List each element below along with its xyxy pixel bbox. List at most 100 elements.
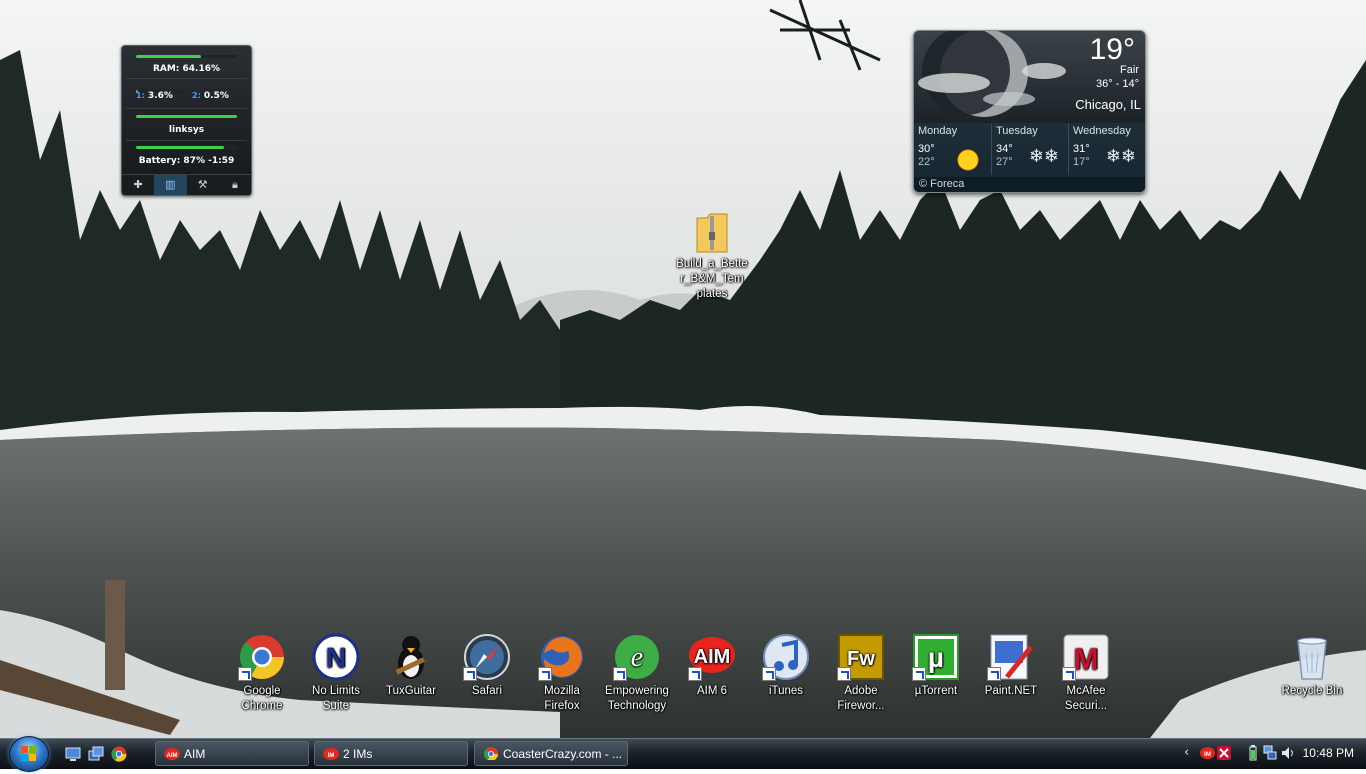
taskbar-button-label: 2 IMs — [343, 747, 373, 761]
desktop-icon-label: µTorrent — [914, 685, 958, 697]
wrench-icon[interactable]: ⚒ — [187, 175, 219, 195]
desktop-icon-label: TuxGuitar — [385, 685, 437, 697]
tux-icon — [387, 633, 435, 681]
desktop-icon-safari[interactable]: Safari — [450, 633, 524, 699]
chrome-icon[interactable] — [111, 746, 127, 762]
forecast-day: Monday 30° 22° — [914, 123, 991, 175]
desktop-icon-adobe-fireworks[interactable]: Fw Adobe Firewor... — [824, 633, 898, 714]
forecast-day-name: Tuesday — [996, 125, 1038, 137]
svg-text:e: e — [631, 642, 643, 673]
aim-icon: AIM — [688, 633, 736, 681]
forecast-day: Tuesday 34° 27° ❄❄ — [991, 123, 1069, 175]
svg-text:Fw: Fw — [847, 648, 875, 670]
desktop-icon-label: Google Chrome — [241, 685, 283, 712]
svg-text:N: N — [326, 642, 346, 673]
paintnet-icon — [987, 633, 1035, 681]
network-icon[interactable] — [1263, 745, 1277, 761]
meter-icon[interactable]: ▥ — [154, 175, 187, 195]
mcafee-tray-icon[interactable] — [1217, 746, 1231, 760]
shortcut-arrow-icon — [538, 667, 552, 681]
shortcut-arrow-icon — [837, 667, 851, 681]
shortcut-arrow-icon — [688, 667, 702, 681]
itunes-icon — [762, 633, 810, 681]
battery-bar — [136, 146, 224, 149]
fireworks-icon: Fw — [837, 633, 885, 681]
shortcut-arrow-icon — [463, 667, 477, 681]
nolimits-icon: N — [312, 633, 360, 681]
cpu-meter: 1: 3.6% 2: 0.5% — [126, 82, 247, 109]
weather-gadget[interactable]: 19° Fair 36° - 14° Chicago, IL Monday 30… — [913, 30, 1146, 193]
show-desktop-icon[interactable] — [65, 746, 81, 762]
cpu1-marker: 1: — [136, 91, 145, 100]
lock-icon[interactable]: 🔒︎ — [219, 175, 251, 195]
current-temperature: 19° — [1089, 33, 1135, 66]
desktop-icon-label: Safari — [471, 685, 503, 697]
taskbar: AIM AIM IM 2 IMs CoasterCrazy.com - ... … — [0, 736, 1366, 772]
shortcut-arrow-icon — [987, 667, 1001, 681]
shortcut-arrow-icon — [762, 667, 776, 681]
weather-credit[interactable]: © Foreca — [914, 177, 1145, 192]
taskbar-button-coastercrazy[interactable]: CoasterCrazy.com - ... — [474, 741, 628, 766]
taskbar-button-aim[interactable]: AIM AIM — [155, 741, 309, 766]
desktop-icon-label: McAfee Securi... — [1064, 685, 1108, 712]
chrome-icon — [238, 633, 286, 681]
forecast-day-name: Monday — [918, 125, 958, 137]
svg-text:IM: IM — [328, 753, 335, 759]
temperature-range: 36° - 14° — [1095, 78, 1139, 90]
volume-icon[interactable] — [1281, 746, 1295, 760]
mcafee-icon: M — [1062, 633, 1110, 681]
plus-icon[interactable]: ✚ — [122, 175, 154, 195]
svg-text:IM: IM — [1204, 752, 1211, 758]
utorrent-icon: µ — [912, 633, 960, 681]
aim-tray-icon[interactable]: IM — [1200, 746, 1215, 760]
shortcut-arrow-icon — [912, 667, 926, 681]
network-meter: linksys — [126, 112, 247, 141]
snow-icon: ❄❄ — [1105, 146, 1136, 166]
desktop-folder[interactable]: Build_a_Bette r_B&M_Tem plates — [671, 210, 753, 302]
desktop-icon-aim-6[interactable]: AIM AIM 6 — [675, 633, 749, 699]
desktop-icon-google-chrome[interactable]: Google Chrome — [225, 633, 299, 714]
shortcut-arrow-icon — [238, 667, 252, 681]
desktop-folder-label: Build_a_Bette r_B&M_Tem plates — [676, 258, 748, 300]
desktop-icon-label: Mozilla Firefox — [544, 685, 580, 712]
desktop-icon-mcafee-security[interactable]: M McAfee Securi... — [1049, 633, 1123, 714]
firefox-icon — [538, 633, 586, 681]
ram-meter: RAM: 64.16% — [126, 52, 247, 79]
network-bar — [136, 115, 237, 118]
cpu2-value: 0.5% — [203, 91, 229, 101]
cpu2-marker: 2: — [192, 91, 201, 100]
aim-icon: AIM — [164, 748, 180, 760]
current-condition: Fair — [1120, 64, 1139, 76]
battery-icon[interactable] — [1248, 745, 1258, 761]
taskbar-button-ims[interactable]: IM 2 IMs — [314, 741, 468, 766]
desktop-icon-label: Paint.NET — [984, 685, 1038, 697]
system-meter-gadget: RAM: 64.16% 1: 3.6% 2: 0.5% linksys Batt… — [121, 45, 252, 196]
city-name: Chicago, IL — [1075, 97, 1141, 112]
desktop-icon-utorrent[interactable]: µ µTorrent — [899, 633, 973, 699]
desktop-icon-paint-net[interactable]: Paint.NET — [974, 633, 1048, 699]
desktop-icon-recycle-bin[interactable]: Recycle Bin — [1275, 633, 1349, 699]
shortcut-arrow-icon — [1062, 667, 1076, 681]
forecast-day-name: Wednesday — [1073, 125, 1131, 137]
desktop-icon-label: Empowering Technology — [605, 685, 669, 712]
chrome-icon — [483, 747, 498, 760]
desktop-icon-empowering-technology[interactable]: e Empowering Technology — [600, 633, 674, 714]
recycle-bin-icon — [1288, 633, 1336, 681]
svg-text:M: M — [1074, 643, 1099, 676]
safari-icon — [463, 633, 511, 681]
desktop-icon-mozilla-firefox[interactable]: Mozilla Firefox — [525, 633, 599, 714]
ram-label: RAM: 64.16% — [152, 64, 221, 74]
taskbar-button-label: CoasterCrazy.com - ... — [503, 747, 623, 761]
windows-start-icon[interactable] — [9, 736, 49, 772]
forecast-day: Wednesday 31° 17° ❄❄ — [1068, 123, 1145, 175]
chevron-left-icon[interactable]: ‹ — [1184, 745, 1189, 760]
svg-text:µ: µ — [928, 642, 944, 673]
desktop-icon-tuxguitar[interactable]: TuxGuitar — [374, 633, 448, 699]
desktop-icon-itunes[interactable]: iTunes — [749, 633, 823, 699]
clock[interactable]: 10:48 PM — [1303, 739, 1354, 768]
cpu1-value: 3.6% — [147, 91, 173, 101]
desktop-icon-no-limits-suite[interactable]: N No Limits Suite — [299, 633, 373, 714]
taskbar-button-label: AIM — [184, 747, 206, 761]
switch-windows-icon[interactable] — [88, 746, 104, 762]
snow-icon: ❄❄ — [1028, 146, 1059, 166]
